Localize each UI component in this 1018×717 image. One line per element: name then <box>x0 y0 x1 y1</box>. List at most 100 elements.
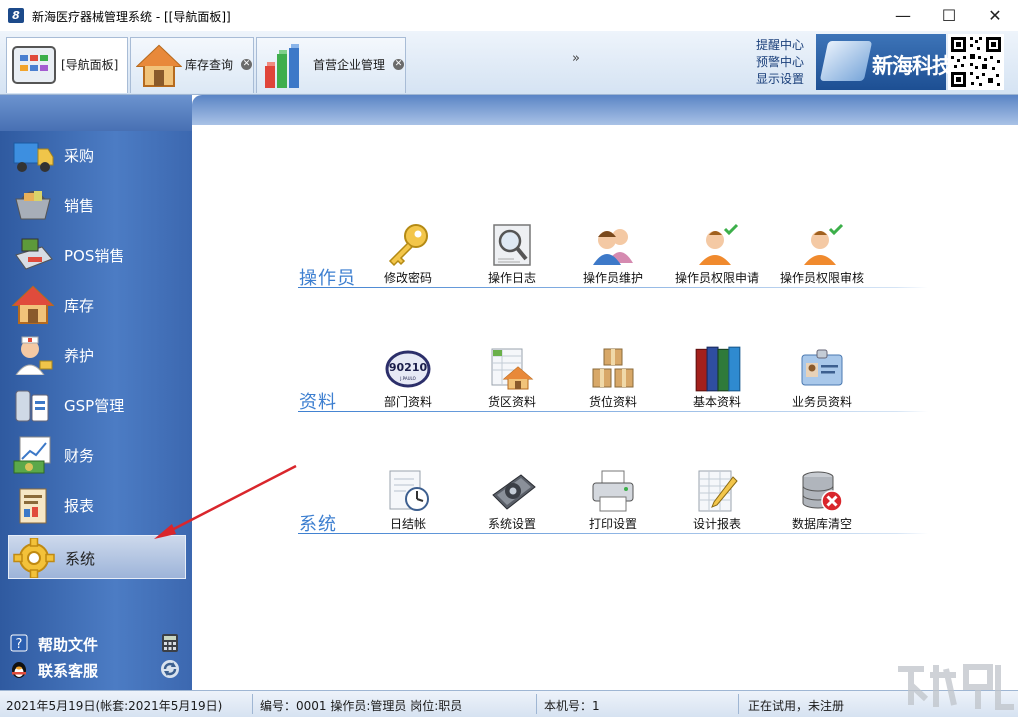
sidebar-item-maintenance[interactable]: 养护 <box>8 333 186 377</box>
user-check-icon <box>699 223 739 265</box>
sidebar: 采购 销售 POS销售 库存 养护 GSP管理 财务 报表 系统 ? 帮助文件 … <box>0 95 192 690</box>
action-label: 业务员资料 <box>791 395 852 409</box>
action-label: 数据库清空 <box>791 517 852 531</box>
app-logo-icon: 8 <box>8 8 24 23</box>
close-tab-icon[interactable]: ✕ <box>393 59 404 70</box>
refresh-icon[interactable] <box>160 659 180 679</box>
action-label: 操作员权限申请 <box>674 271 759 285</box>
clear-database-button[interactable]: 数据库清空 <box>779 469 865 539</box>
basic-data-button[interactable]: 基本资料 <box>674 346 760 417</box>
action-label: 基本资料 <box>692 395 741 409</box>
status-trial: 正在试用，未注册 <box>748 699 845 713</box>
header-links: 提醒中心 预警中心 显示设置 <box>756 37 804 88</box>
action-label: 系统设置 <box>487 517 536 531</box>
id-card-icon <box>801 349 843 386</box>
system-settings-button[interactable]: 系统设置 <box>469 469 555 539</box>
action-label: 操作员权限审核 <box>779 271 864 285</box>
close-window-button[interactable]: ✕ <box>972 0 1018 31</box>
operation-log-button[interactable]: 操作日志 <box>469 223 555 293</box>
action-label: 操作员维护 <box>582 271 643 285</box>
minimize-button[interactable]: — <box>880 0 926 31</box>
status-date: 2021年5月19日(帐套:2021年5月19日) <box>6 699 223 713</box>
print-settings-button[interactable]: 打印设置 <box>570 469 656 539</box>
sidebar-header <box>0 95 192 131</box>
contact-support-label: 联系客服 <box>38 662 99 680</box>
help-icon: ? <box>10 634 28 652</box>
goods-area-data-button[interactable]: 货区资料 <box>469 347 555 417</box>
status-machine-number: 本机号：1 <box>544 699 600 713</box>
daily-clock-icon <box>389 470 429 511</box>
gear-icon <box>13 538 55 578</box>
books-icon <box>695 346 741 392</box>
truck-icon <box>13 142 54 172</box>
sidebar-item-inventory[interactable]: 库存 <box>8 283 186 327</box>
status-divider <box>252 694 253 714</box>
nurse-icon <box>15 336 53 375</box>
sidebar-item-label: GSP管理 <box>64 397 125 415</box>
daily-closing-button[interactable]: 日结帐 <box>365 469 451 539</box>
display-settings-link[interactable]: 显示设置 <box>756 71 804 88</box>
warning-center-link[interactable]: 预警中心 <box>756 54 804 71</box>
sidebar-item-sales[interactable]: 销售 <box>8 183 186 227</box>
status-bar: 2021年5月19日(帐套:2021年5月19日) 编号：0001 操作员:管理… <box>0 690 1018 717</box>
sidebar-item-label: POS销售 <box>64 247 125 265</box>
permission-review-button[interactable]: 操作员权限审核 <box>779 223 865 293</box>
design-report-button[interactable]: 设计报表 <box>674 469 760 539</box>
medicine-icon <box>15 390 49 422</box>
status-divider <box>536 694 537 714</box>
action-label: 修改密码 <box>383 271 432 285</box>
action-label: 货区资料 <box>487 395 536 409</box>
help-file-label: 帮助文件 <box>38 636 99 654</box>
user-check-icon <box>804 223 844 265</box>
sidebar-item-label: 系统 <box>65 550 96 568</box>
contact-support-item[interactable]: 联系客服 <box>10 658 186 680</box>
reminder-center-link[interactable]: 提醒中心 <box>756 37 804 54</box>
sidebar-item-finance[interactable]: 财务 <box>8 433 186 477</box>
status-operator: 编号：0001 操作员:管理员 岗位:职员 <box>260 699 463 713</box>
operator-maintenance-button[interactable]: 操作员维护 <box>570 223 656 293</box>
window-title: 新海医疗器械管理系统 - [[导航面板]] <box>32 10 231 24</box>
sidebar-item-purchase[interactable]: 采购 <box>8 133 186 177</box>
close-tab-icon[interactable]: ✕ <box>241 59 252 70</box>
tab-overflow-button[interactable]: » <box>572 51 580 66</box>
tab-navigation-panel[interactable]: [导航面板] <box>6 37 128 93</box>
sidebar-item-label: 库存 <box>64 297 95 315</box>
brand-banner: 新海科技 <box>816 34 953 90</box>
house-icon <box>136 44 182 87</box>
report-icon <box>19 488 47 524</box>
navigation-panel-icon <box>12 46 56 84</box>
stamp-subtext: J.PAULO <box>399 376 416 381</box>
help-file-item[interactable]: ? 帮助文件 <box>10 632 186 654</box>
database-clear-icon <box>802 471 843 512</box>
system-settings-icon <box>492 474 536 510</box>
action-label: 操作日志 <box>487 271 536 285</box>
bar-chart-3d-icon <box>265 44 299 88</box>
sidebar-item-pos-sales[interactable]: POS销售 <box>8 233 186 277</box>
change-password-button[interactable]: 修改密码 <box>365 223 451 293</box>
tab-label: 首营企业管理 <box>313 58 386 72</box>
department-data-button[interactable]: 90210 J.PAULO 部门资料 <box>365 347 451 417</box>
design-report-icon <box>698 470 738 512</box>
log-search-icon <box>493 224 531 266</box>
qr-code-icon <box>948 34 1004 90</box>
brand-logo-icon <box>819 41 873 81</box>
storage-location-data-button[interactable]: 货位资料 <box>570 347 656 417</box>
tab-inventory-query[interactable]: 库存查询 ✕ <box>130 37 254 93</box>
tab-label: 库存查询 <box>185 58 234 72</box>
permission-request-button[interactable]: 操作员权限申请 <box>674 223 760 293</box>
shopping-basket-icon <box>15 191 51 220</box>
stamp-number: 90210 <box>389 361 428 374</box>
calculator-icon[interactable] <box>160 633 180 653</box>
navigation-panel: 操作员 修改密码 操作日志 操作员维护 操作员权限申请 操作员权限审核 资料 9… <box>192 95 1018 690</box>
sidebar-item-label: 报表 <box>64 497 95 515</box>
maximize-button[interactable]: ☐ <box>926 0 972 31</box>
tab-first-business-management[interactable]: 首营企业管理 ✕ <box>256 37 406 93</box>
sidebar-item-system[interactable]: 系统 <box>8 535 186 579</box>
warehouse-area-icon <box>491 348 534 390</box>
sidebar-item-reports[interactable]: 报表 <box>8 483 186 527</box>
title-bar: 8 新海医疗器械管理系统 - [[导航面板]] — ☐ ✕ <box>0 0 1018 31</box>
status-divider <box>738 694 739 714</box>
salesperson-data-button[interactable]: 业务员资料 <box>779 347 865 417</box>
printer-icon <box>592 470 634 512</box>
sidebar-item-gsp-management[interactable]: GSP管理 <box>8 383 186 427</box>
